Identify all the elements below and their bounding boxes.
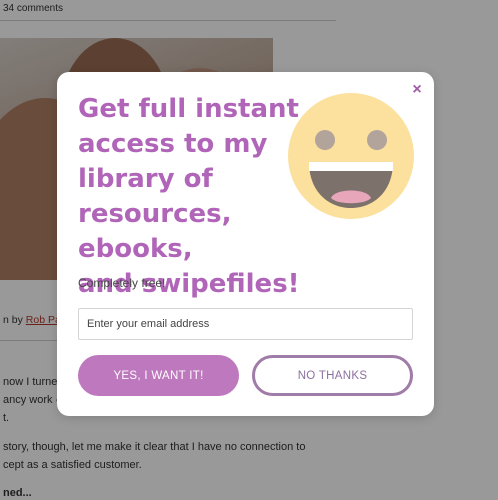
headline-line: Get full instant [78,94,299,124]
no-thanks-button[interactable]: NO THANKS [252,355,413,396]
modal-subtext: Completely free! [78,276,166,290]
email-field[interactable] [78,308,413,340]
headline-line: library of [78,164,213,194]
headline-line: access to my [78,129,268,159]
yes-i-want-it-button[interactable]: YES, I WANT IT! [78,355,239,396]
modal-headline: Get full instant access to my library of… [78,92,338,302]
optin-modal: × Get full instant access to my library … [57,72,434,416]
headline-line: resources, ebooks, [78,199,232,264]
